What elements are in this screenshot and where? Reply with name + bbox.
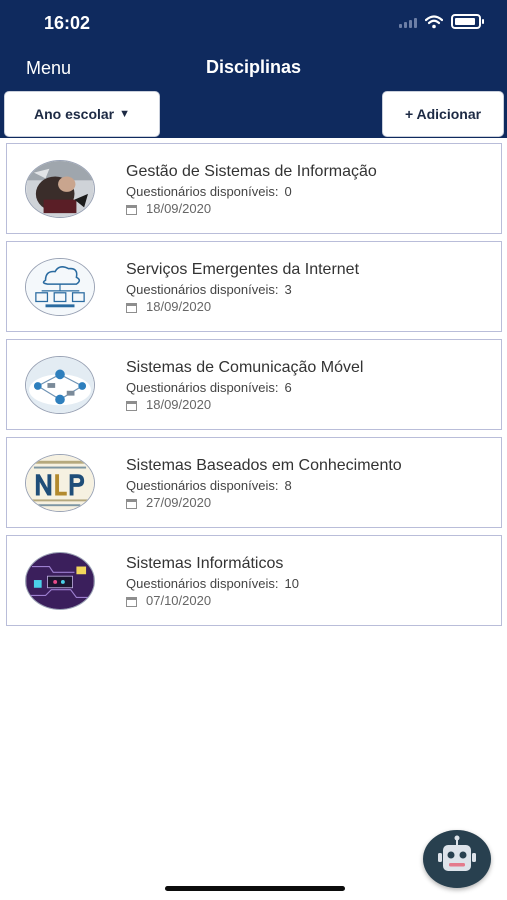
calendar-icon: [126, 204, 137, 215]
discipline-title: Serviços Emergentes da Internet: [126, 261, 360, 278]
discipline-date: 18/09/2020: [146, 397, 212, 412]
calendar-icon: [126, 400, 137, 411]
quiz-count-row: Questionários disponíveis: 8: [126, 478, 292, 493]
discipline-date: 27/09/2020: [146, 495, 212, 510]
discipline-title: Sistemas Baseados em Conhecimento: [126, 457, 402, 474]
page-title: Disciplinas: [205, 57, 302, 77]
discipline-card[interactable]: Sistemas Informáticos Questionários disp…: [6, 535, 502, 626]
date-row: 18/09/2020: [126, 201, 211, 216]
quiz-count-label: Questionários disponíveis:: [126, 576, 279, 591]
school-year-filter-button[interactable]: Ano escolar ▼: [4, 91, 160, 137]
quiz-count-label: Questionários disponíveis:: [126, 380, 279, 395]
quiz-count-row: Questionários disponíveis: 0: [126, 184, 292, 199]
nav-bar: Menu Disciplinas: [0, 56, 507, 82]
cellular-signal-icon: [399, 16, 417, 28]
robot-icon: [438, 835, 476, 871]
date-row: 07/10/2020: [126, 593, 211, 608]
date-row: 18/09/2020: [126, 299, 211, 314]
discipline-title: Gestão de Sistemas de Informação: [126, 163, 377, 180]
quiz-count-value: 0: [284, 184, 292, 199]
circuit-board-graphic-icon: [25, 552, 95, 610]
discipline-list: Gestão de Sistemas de Informação Questio…: [6, 143, 502, 633]
business-graphic-icon: [25, 160, 95, 218]
discipline-date: 07/10/2020: [146, 593, 212, 608]
quiz-count-value: 6: [284, 380, 292, 395]
home-indicator[interactable]: [165, 886, 345, 891]
discipline-date: 18/09/2020: [146, 201, 212, 216]
battery-icon: [451, 14, 484, 29]
calendar-icon: [126, 596, 137, 607]
calendar-icon: [126, 498, 137, 509]
quiz-count-value: 8: [284, 478, 292, 493]
chatbot-button[interactable]: [423, 830, 491, 888]
add-label: + Adicionar: [404, 106, 482, 122]
mobile-network-graphic-icon: [25, 356, 95, 414]
discipline-title: Sistemas de Comunicação Móvel: [126, 359, 364, 376]
discipline-card[interactable]: Serviços Emergentes da Internet Question…: [6, 241, 502, 332]
quiz-count-row: Questionários disponíveis: 3: [126, 282, 292, 297]
quiz-count-value: 3: [284, 282, 292, 297]
quiz-count-label: Questionários disponíveis:: [126, 282, 279, 297]
date-row: 18/09/2020: [126, 397, 211, 412]
nlp-wordcloud-graphic-icon: [25, 454, 95, 512]
quiz-count-label: Questionários disponíveis:: [126, 478, 279, 493]
wifi-icon: [425, 14, 443, 28]
discipline-card[interactable]: Sistemas Baseados em Conhecimento Questi…: [6, 437, 502, 528]
calendar-icon: [126, 302, 137, 313]
quiz-count-row: Questionários disponíveis: 6: [126, 380, 292, 395]
status-icons: [399, 14, 484, 29]
quiz-count-value: 10: [284, 576, 299, 591]
add-button[interactable]: + Adicionar: [382, 91, 504, 137]
quiz-count-label: Questionários disponíveis:: [126, 184, 279, 199]
discipline-title: Sistemas Informáticos: [126, 555, 284, 572]
date-row: 27/09/2020: [126, 495, 211, 510]
caret-down-icon: ▼: [119, 108, 131, 120]
status-time: 16:02: [44, 13, 91, 33]
cloud-network-graphic-icon: [25, 258, 95, 316]
filter-label: Ano escolar: [33, 106, 115, 122]
discipline-card[interactable]: Gestão de Sistemas de Informação Questio…: [6, 143, 502, 234]
quiz-count-row: Questionários disponíveis: 10: [126, 576, 299, 591]
discipline-date: 18/09/2020: [146, 299, 212, 314]
status-bar: 16:02: [0, 0, 507, 48]
discipline-card[interactable]: Sistemas de Comunicação Móvel Questionár…: [6, 339, 502, 430]
